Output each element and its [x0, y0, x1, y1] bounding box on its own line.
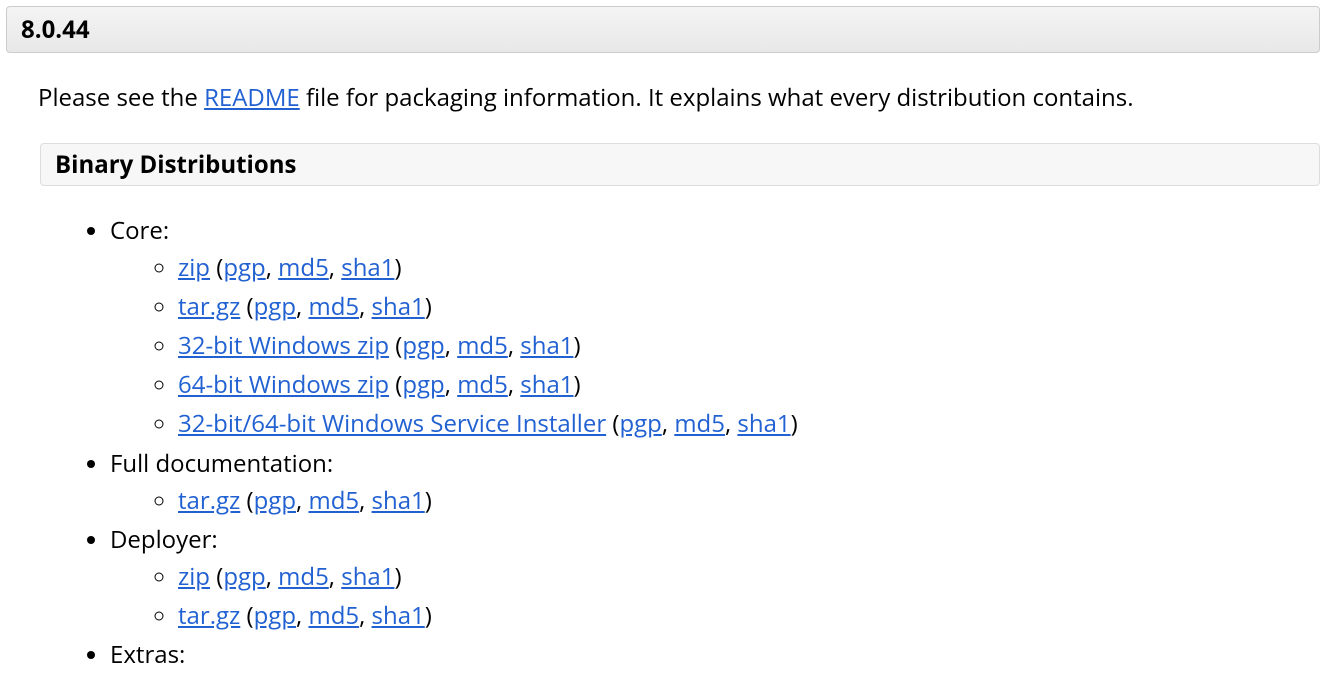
- sig-link-md5[interactable]: md5: [278, 251, 329, 284]
- list-item: tar.gz (pgp, md5, sha1): [178, 597, 1326, 634]
- intro-suffix: file for packaging information. It expla…: [300, 81, 1134, 114]
- download-link[interactable]: 32-bit Windows zip: [178, 329, 389, 362]
- sig-link-md5[interactable]: md5: [457, 329, 508, 362]
- download-link[interactable]: tar.gz: [178, 599, 240, 632]
- sig-link-md5[interactable]: md5: [278, 560, 329, 593]
- section-title: Binary Distributions: [55, 148, 296, 181]
- download-list: zip (pgp, md5, sha1) tar.gz (pgp, md5, s…: [138, 558, 1326, 634]
- sig-link-sha1[interactable]: sha1: [520, 368, 573, 401]
- category-core: Core: zip (pgp, md5, sha1) tar.gz (pgp, …: [110, 214, 1326, 443]
- sig-link-sha1[interactable]: sha1: [372, 290, 425, 323]
- version-number: 8.0.44: [21, 13, 90, 46]
- sig-link-pgp[interactable]: pgp: [254, 290, 296, 323]
- list-item: 32-bit/64-bit Windows Service Installer …: [178, 405, 1326, 442]
- sig-link-pgp[interactable]: pgp: [619, 407, 661, 440]
- sig-link-sha1[interactable]: sha1: [341, 560, 394, 593]
- download-link[interactable]: zip: [178, 251, 210, 284]
- category-label: Core:: [110, 214, 169, 247]
- download-link[interactable]: 32-bit/64-bit Windows Service Installer: [178, 407, 606, 440]
- category-deployer: Deployer: zip (pgp, md5, sha1) tar.gz (p…: [110, 523, 1326, 634]
- sig-link-sha1[interactable]: sha1: [737, 407, 790, 440]
- sig-link-sha1[interactable]: sha1: [372, 599, 425, 632]
- sig-link-pgp[interactable]: pgp: [223, 251, 265, 284]
- version-header: 8.0.44: [6, 6, 1320, 53]
- download-list: zip (pgp, md5, sha1) tar.gz (pgp, md5, s…: [138, 249, 1326, 443]
- sig-link-md5[interactable]: md5: [308, 484, 359, 517]
- download-list: tar.gz (pgp, md5, sha1): [138, 482, 1326, 519]
- category-full-documentation: Full documentation: tar.gz (pgp, md5, sh…: [110, 447, 1326, 519]
- category-list: Core: zip (pgp, md5, sha1) tar.gz (pgp, …: [70, 214, 1326, 672]
- sig-link-pgp[interactable]: pgp: [254, 484, 296, 517]
- sig-link-pgp[interactable]: pgp: [223, 560, 265, 593]
- sig-link-pgp[interactable]: pgp: [402, 368, 444, 401]
- sig-link-pgp[interactable]: pgp: [402, 329, 444, 362]
- download-link[interactable]: tar.gz: [178, 290, 240, 323]
- section-header: Binary Distributions: [40, 143, 1320, 186]
- intro-prefix: Please see the: [38, 81, 204, 114]
- sig-link-sha1[interactable]: sha1: [520, 329, 573, 362]
- sig-link-md5[interactable]: md5: [308, 599, 359, 632]
- sig-link-md5[interactable]: md5: [674, 407, 725, 440]
- download-link[interactable]: zip: [178, 560, 210, 593]
- list-item: tar.gz (pgp, md5, sha1): [178, 482, 1326, 519]
- readme-link[interactable]: README: [204, 81, 300, 114]
- list-item: zip (pgp, md5, sha1): [178, 249, 1326, 286]
- sig-link-md5[interactable]: md5: [457, 368, 508, 401]
- sig-link-sha1[interactable]: sha1: [372, 484, 425, 517]
- list-item: zip (pgp, md5, sha1): [178, 558, 1326, 595]
- category-extras: Extras:: [110, 638, 1326, 671]
- sig-link-sha1[interactable]: sha1: [341, 251, 394, 284]
- list-item: tar.gz (pgp, md5, sha1): [178, 288, 1326, 325]
- category-label: Full documentation:: [110, 447, 333, 480]
- category-label: Extras:: [110, 638, 185, 671]
- paren-close: ): [394, 251, 401, 284]
- list-item: 64-bit Windows zip (pgp, md5, sha1): [178, 366, 1326, 403]
- intro-paragraph: Please see the README file for packaging…: [38, 81, 1326, 115]
- list-item: 32-bit Windows zip (pgp, md5, sha1): [178, 327, 1326, 364]
- sig-link-pgp[interactable]: pgp: [254, 599, 296, 632]
- sig-link-md5[interactable]: md5: [308, 290, 359, 323]
- download-link[interactable]: 64-bit Windows zip: [178, 368, 389, 401]
- category-label: Deployer:: [110, 523, 218, 556]
- download-link[interactable]: tar.gz: [178, 484, 240, 517]
